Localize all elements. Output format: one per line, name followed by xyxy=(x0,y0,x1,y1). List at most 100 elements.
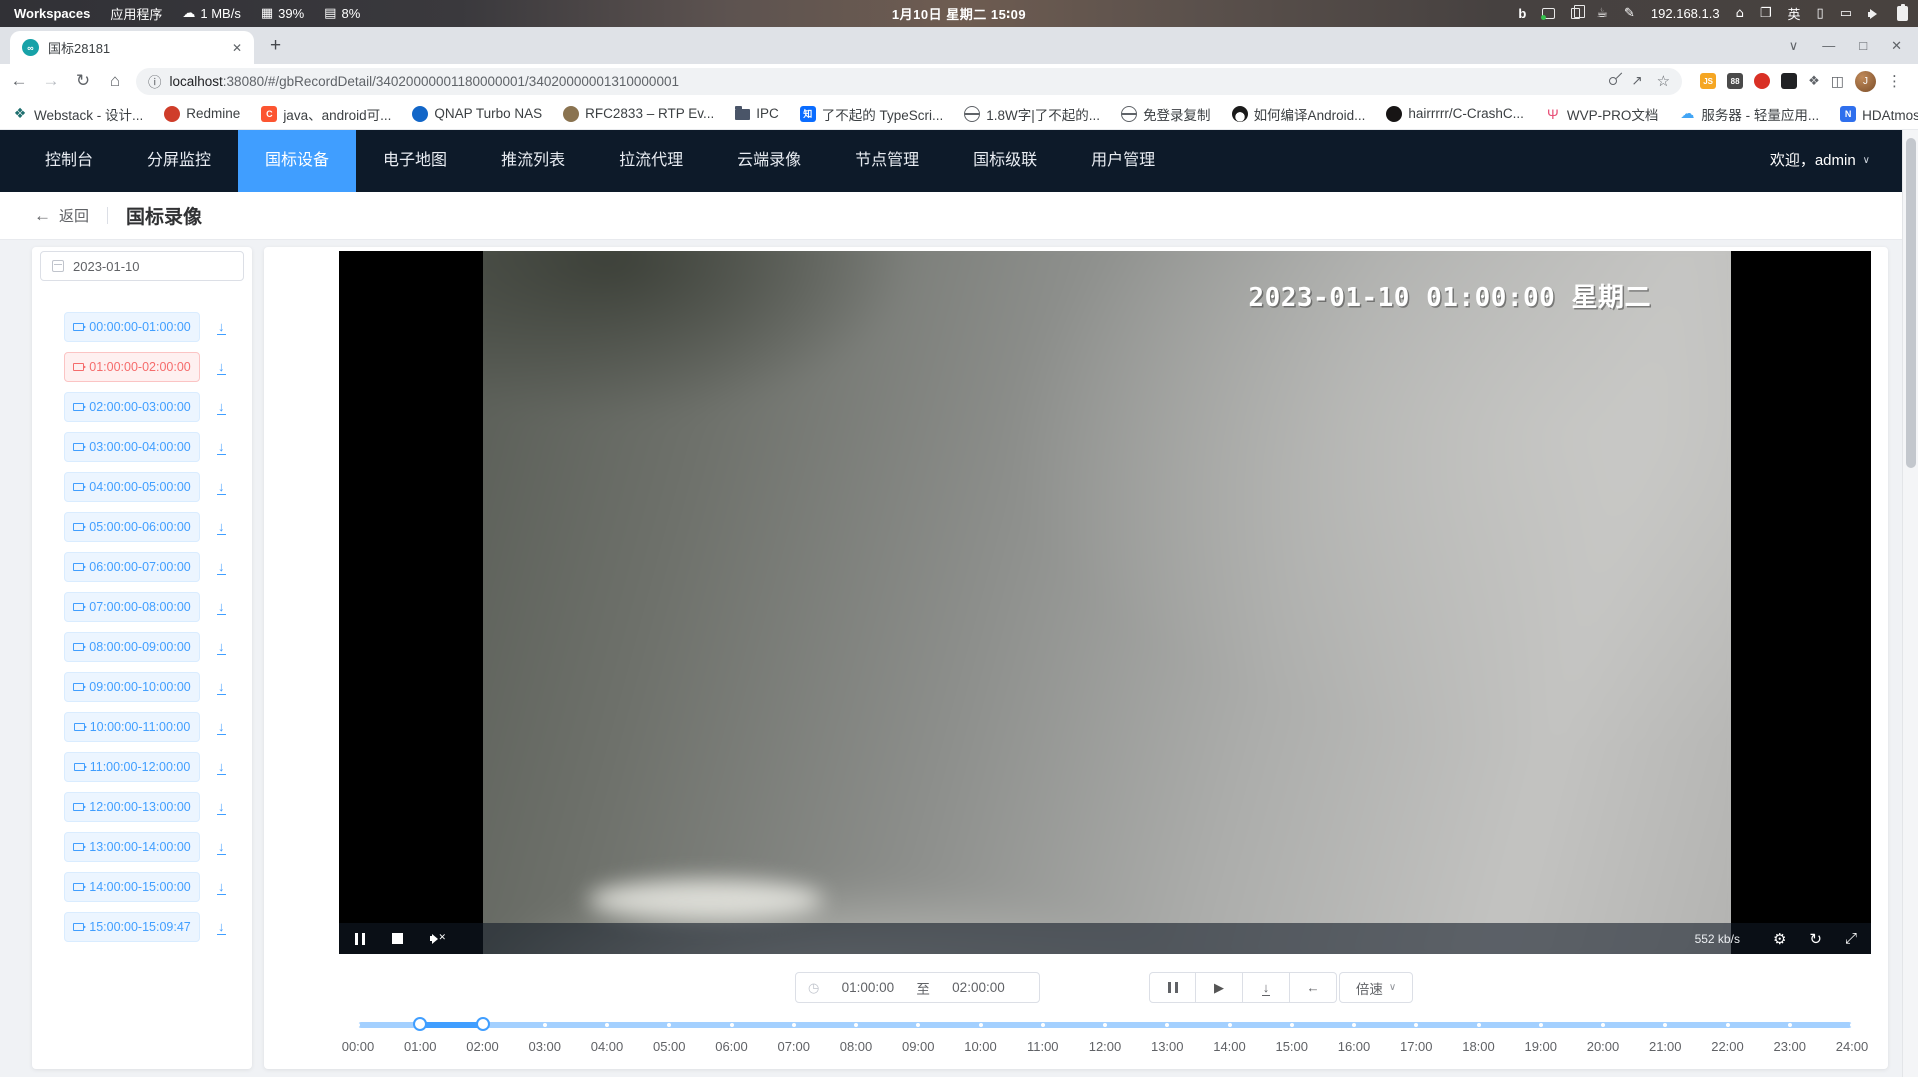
segment-download-button[interactable]: ↓ xyxy=(217,758,226,776)
extensions-puzzle-icon[interactable]: ❖ xyxy=(1808,73,1820,89)
bookmark-item[interactable]: QNAP Turbo NAS xyxy=(412,106,542,122)
bookmark-item[interactable]: 1.8W字|了不起的... xyxy=(964,104,1100,124)
extension-adblock-icon[interactable] xyxy=(1754,73,1770,89)
timeline-start-handle[interactable] xyxy=(413,1017,427,1031)
segment-button[interactable]: 12:00:00-13:00:00 xyxy=(64,792,200,822)
segment-button[interactable]: 06:00:00-07:00:00 xyxy=(64,552,200,582)
phone-link-icon[interactable]: ▯ xyxy=(1817,6,1824,21)
tab-close-icon[interactable]: ✕ xyxy=(232,41,242,55)
share-icon[interactable]: ↗ xyxy=(1631,73,1642,89)
extension-dark-icon[interactable] xyxy=(1781,73,1797,89)
back-button[interactable]: ← xyxy=(8,71,30,91)
bookmark-item[interactable]: RFC2833 – RTP Ev... xyxy=(563,106,714,122)
bookmark-item[interactable]: Cjava、android可... xyxy=(261,104,391,124)
forward-button[interactable]: → xyxy=(40,71,62,91)
pause-button[interactable] xyxy=(1149,972,1196,1003)
segment-button[interactable]: 09:00:00-10:00:00 xyxy=(64,672,200,702)
seek-back-button[interactable]: ← xyxy=(1290,972,1337,1003)
play-button[interactable]: ▶ xyxy=(1196,972,1243,1003)
workspaces-button[interactable]: Workspaces xyxy=(14,6,90,21)
segment-download-button[interactable]: ↓ xyxy=(217,918,226,936)
clipboard-tray-icon[interactable] xyxy=(1571,8,1580,19)
player-refresh-icon[interactable]: ↻ xyxy=(1809,930,1822,948)
bookmark-item[interactable]: IPC xyxy=(735,106,779,121)
download-button[interactable]: ↓ xyxy=(1243,972,1290,1003)
timeline-slider[interactable] xyxy=(358,1022,1852,1028)
applications-button[interactable]: 应用程序 xyxy=(110,4,162,23)
password-key-icon[interactable] xyxy=(1608,75,1619,86)
browser-tab[interactable]: ∞ 国标28181 ✕ xyxy=(10,31,254,64)
segment-download-button[interactable]: ↓ xyxy=(217,398,226,416)
site-info-icon[interactable]: ⓘ xyxy=(148,71,162,91)
player-stop-icon[interactable] xyxy=(392,933,403,944)
segment-download-button[interactable]: ↓ xyxy=(217,358,226,376)
bookmark-item[interactable]: ☁服务器 - 轻量应用... xyxy=(1679,104,1819,124)
window-minimize-button[interactable]: — xyxy=(1822,38,1835,54)
nav-item-1[interactable]: 分屏监控 xyxy=(120,130,238,192)
bookmark-item[interactable]: Redmine xyxy=(164,106,240,122)
segment-button[interactable]: 08:00:00-09:00:00 xyxy=(64,632,200,662)
battery-icon[interactable] xyxy=(1897,6,1908,21)
page-scrollbar[interactable] xyxy=(1902,130,1918,1077)
nav-item-6[interactable]: 云端录像 xyxy=(710,130,828,192)
player-settings-gear-icon[interactable]: ⚙ xyxy=(1773,930,1786,948)
segment-download-button[interactable]: ↓ xyxy=(217,798,226,816)
nav-item-0[interactable]: 控制台 xyxy=(18,130,120,192)
segment-button[interactable]: 03:00:00-04:00:00 xyxy=(64,432,200,462)
segment-button[interactable]: 05:00:00-06:00:00 xyxy=(64,512,200,542)
segment-button[interactable]: 04:00:00-05:00:00 xyxy=(64,472,200,502)
segment-download-button[interactable]: ↓ xyxy=(217,638,226,656)
segment-button[interactable]: 10:00:00-11:00:00 xyxy=(64,712,200,742)
time-range-input[interactable]: ◷ 01:00:00 至 02:00:00 xyxy=(795,972,1040,1003)
segment-download-button[interactable]: ↓ xyxy=(217,518,226,536)
profile-avatar[interactable]: J xyxy=(1855,71,1876,92)
end-time-value[interactable]: 02:00:00 xyxy=(930,980,1027,995)
segment-download-button[interactable]: ↓ xyxy=(217,318,226,336)
bookmark-star-icon[interactable]: ☆ xyxy=(1657,72,1670,90)
home-tray-icon[interactable]: ⌂ xyxy=(1736,6,1744,21)
scrollbar-thumb[interactable] xyxy=(1906,138,1916,468)
bookmark-item[interactable]: 如何编译Android... xyxy=(1232,104,1366,124)
segment-button[interactable]: 07:00:00-08:00:00 xyxy=(64,592,200,622)
extension-js-icon[interactable]: JS xyxy=(1700,73,1716,89)
bookmark-item[interactable]: NHDAtmos :: 种子 *... xyxy=(1840,104,1918,124)
segment-download-button[interactable]: ↓ xyxy=(217,598,226,616)
nav-item-2[interactable]: 国标设备 xyxy=(238,130,356,192)
extension-88-icon[interactable]: 88 xyxy=(1727,73,1743,89)
segment-button[interactable]: 00:00:00-01:00:00 xyxy=(64,312,200,342)
new-tab-button[interactable]: + xyxy=(270,36,281,55)
volume-icon[interactable] xyxy=(1868,8,1881,20)
bookmark-item[interactable]: 知了不起的 TypeScri... xyxy=(800,104,944,124)
segment-download-button[interactable]: ↓ xyxy=(217,718,226,736)
ip-address-indicator[interactable]: 192.168.1.3 xyxy=(1651,6,1720,21)
bing-tray-icon[interactable]: b xyxy=(1518,6,1526,21)
screenshot-tray-icon[interactable] xyxy=(1542,8,1555,19)
segment-button[interactable]: 02:00:00-03:00:00 xyxy=(64,392,200,422)
speed-dropdown-button[interactable]: 倍速 ∨ xyxy=(1339,972,1413,1003)
player-fullscreen-icon[interactable]: ⤢ xyxy=(1845,930,1857,947)
welcome-user-menu[interactable]: 欢迎，admin ∨ xyxy=(1770,130,1918,192)
video-player[interactable]: 2023-01-10 01:00:00 星期二 ✕ 552 kb/s ⚙ ↻ ⤢ xyxy=(339,251,1871,954)
segment-button[interactable]: 13:00:00-14:00:00 xyxy=(64,832,200,862)
browser-menu-icon[interactable]: ⋮ xyxy=(1887,72,1902,90)
memory-indicator[interactable]: ▤ 8% xyxy=(324,6,360,21)
nav-item-8[interactable]: 国标级联 xyxy=(946,130,1064,192)
home-button[interactable]: ⌂ xyxy=(104,71,126,91)
nav-item-9[interactable]: 用户管理 xyxy=(1064,130,1182,192)
segment-download-button[interactable]: ↓ xyxy=(217,878,226,896)
nav-item-3[interactable]: 电子地图 xyxy=(356,130,474,192)
bookmark-item[interactable]: 免登录复制 xyxy=(1121,104,1211,124)
segment-button[interactable]: 15:00:00-15:09:47 xyxy=(64,912,200,942)
window-close-button[interactable]: ✕ xyxy=(1891,38,1902,54)
network-speed-indicator[interactable]: ☁ 1 MB/s xyxy=(182,6,240,21)
reload-button[interactable]: ↻ xyxy=(72,71,94,91)
color-picker-tray-icon[interactable]: ✎ xyxy=(1624,6,1635,21)
segment-button[interactable]: 14:00:00-15:00:00 xyxy=(64,872,200,902)
segment-button[interactable]: 11:00:00-12:00:00 xyxy=(64,752,200,782)
address-bar[interactable]: ⓘ localhost:38080/#/gbRecordDetail/34020… xyxy=(136,68,1682,95)
workspace-switcher-icon[interactable]: ❐ xyxy=(1760,6,1772,21)
input-method-indicator[interactable]: 英 xyxy=(1788,4,1801,23)
segment-download-button[interactable]: ↓ xyxy=(217,838,226,856)
segment-button[interactable]: 01:00:00-02:00:00 xyxy=(64,352,200,382)
caffeine-tray-icon[interactable]: ☕ xyxy=(1596,6,1608,21)
